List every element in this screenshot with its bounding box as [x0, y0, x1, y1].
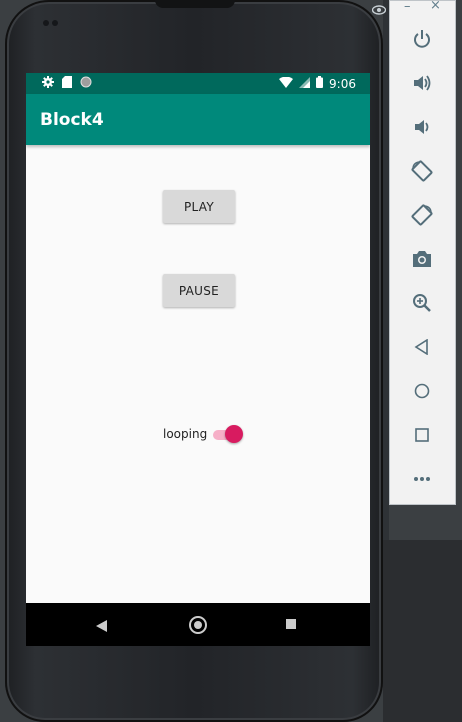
rotate-left-icon[interactable] [410, 159, 434, 183]
looping-switch[interactable] [213, 425, 245, 445]
nav-back-icon[interactable] [96, 617, 107, 636]
app-title: Block4 [40, 110, 104, 130]
sd-card-icon [62, 76, 72, 91]
camera-icon[interactable] [410, 247, 434, 271]
settings-gear-icon [42, 76, 54, 91]
device-screen: 9:06 Block4 PLAY PAUSE looping [26, 73, 370, 646]
pause-button[interactable]: PAUSE [163, 274, 235, 307]
phone-frame: 9:06 Block4 PLAY PAUSE looping [5, 0, 383, 722]
nav-home-icon[interactable] [189, 616, 207, 634]
emulator-toolbar-header: – × [390, 0, 455, 15]
status-time: 9:06 [329, 76, 356, 91]
looping-label: looping [163, 427, 208, 441]
navigation-bar [26, 603, 370, 646]
switch-thumb [225, 425, 243, 443]
ide-background-strip [383, 540, 462, 722]
cell-signal-icon [299, 76, 311, 91]
battery-icon [316, 76, 324, 91]
app-bar: Block4 [26, 94, 370, 145]
back-icon[interactable] [410, 335, 434, 359]
wifi-icon [279, 76, 294, 91]
power-icon[interactable] [410, 27, 434, 51]
phone-notch [155, 0, 235, 8]
volume-up-icon[interactable] [410, 71, 434, 95]
status-bar: 9:06 [26, 73, 370, 94]
emulator-toolbar: – × [389, 0, 456, 505]
zoom-icon[interactable] [410, 291, 434, 315]
overview-icon[interactable] [410, 423, 434, 447]
rotate-right-icon[interactable] [410, 203, 434, 227]
play-button[interactable]: PLAY [163, 190, 235, 223]
close-button[interactable]: × [430, 0, 441, 13]
volume-down-icon[interactable] [410, 115, 434, 139]
minimize-button[interactable]: – [404, 0, 411, 14]
home-icon[interactable] [410, 379, 434, 403]
speaker-dots [43, 20, 58, 26]
nav-recents-icon[interactable] [286, 619, 296, 629]
more-icon[interactable] [410, 467, 434, 491]
eye-icon[interactable] [371, 0, 387, 15]
sync-circle-icon [80, 76, 92, 91]
